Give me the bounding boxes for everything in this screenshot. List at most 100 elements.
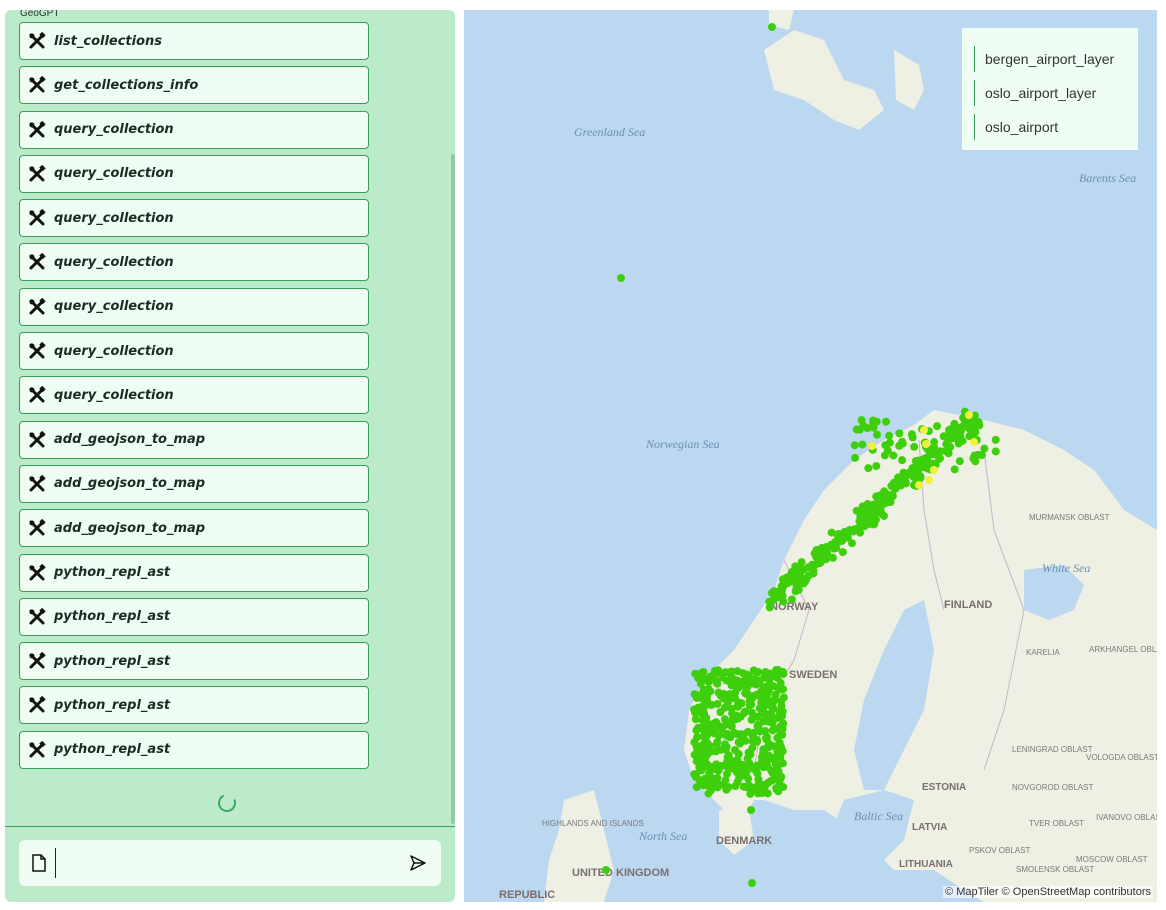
legend-item-bergen-airport-layer[interactable]: bergen_airport_layer — [974, 46, 1114, 72]
tool-call-label: query_collection — [54, 254, 174, 270]
map-point — [733, 676, 742, 685]
map-point — [901, 472, 910, 481]
tool-call-item[interactable]: python_repl_ast — [19, 553, 369, 592]
tool-call-label: python_repl_ast — [54, 653, 171, 669]
map-point — [707, 724, 716, 733]
map-point — [776, 753, 785, 762]
tool-call-item[interactable]: python_repl_ast — [19, 686, 369, 725]
map-point — [871, 515, 880, 524]
map-attribution[interactable]: © MapTiler © OpenStreetMap contributors — [943, 886, 1153, 898]
tool-call-item[interactable]: add_geojson_to_map — [19, 420, 369, 459]
map-point — [763, 778, 772, 787]
tool-call-item[interactable]: query_collection — [19, 110, 369, 149]
map-point — [860, 519, 869, 528]
tools-icon — [28, 253, 46, 271]
map-point — [730, 729, 739, 738]
label-north-sea: North Sea — [638, 829, 687, 843]
map-point — [804, 563, 813, 572]
tool-call-item[interactable]: add_geojson_to_map — [19, 509, 369, 548]
tool-call-label: query_collection — [54, 166, 174, 182]
map-point — [731, 688, 740, 697]
map-point — [895, 441, 904, 450]
tool-call-item[interactable]: get_collections_info — [19, 66, 369, 105]
tools-icon — [28, 652, 46, 670]
map-point — [718, 673, 727, 682]
map-point — [617, 274, 625, 282]
map-point — [777, 707, 786, 716]
app-title: GeoGPT — [20, 10, 60, 19]
map-point — [733, 701, 742, 710]
map-point — [955, 457, 964, 466]
map-point — [704, 677, 713, 686]
map-view[interactable]: Greenland Sea Barents Sea Norwegian Sea … — [464, 10, 1157, 902]
label-baltic-sea: Baltic Sea — [854, 809, 903, 823]
chat-input-box[interactable] — [19, 840, 441, 886]
map-point — [774, 767, 783, 776]
map-point — [869, 506, 878, 515]
tools-icon — [28, 563, 46, 582]
map-point — [697, 702, 706, 711]
tool-call-item[interactable]: python_repl_ast — [19, 730, 369, 769]
map-point — [770, 587, 779, 596]
tool-call-item[interactable]: query_collection — [19, 243, 369, 282]
map-point — [766, 709, 775, 718]
send-icon[interactable] — [409, 854, 427, 872]
map-point — [782, 576, 791, 585]
tool-call-item[interactable]: query_collection — [19, 332, 369, 371]
map-point — [722, 731, 731, 740]
tool-call-item[interactable]: query_collection — [19, 287, 369, 326]
map-point — [748, 677, 757, 686]
label-vologda: VOLOGDA OBLAST — [1086, 753, 1157, 762]
chat-input-field[interactable] — [55, 848, 56, 878]
map-point — [864, 464, 873, 473]
tool-call-label: python_repl_ast — [54, 609, 171, 625]
legend-item-oslo-airport-layer[interactable]: oslo_airport_layer — [974, 80, 1096, 106]
tool-call-item[interactable]: list_collections — [19, 22, 369, 60]
map-point — [776, 729, 785, 738]
map-point — [962, 422, 971, 431]
map-point — [775, 777, 784, 786]
map-point — [915, 481, 923, 489]
tool-call-item[interactable]: query_collection — [19, 199, 369, 238]
scrollbar-thumb[interactable] — [451, 154, 455, 824]
tools-icon — [28, 519, 46, 537]
tool-call-item[interactable]: add_geojson_to_map — [19, 464, 369, 503]
map-point — [950, 419, 959, 428]
map-point — [857, 416, 866, 425]
map-point — [895, 429, 904, 438]
file-attach-icon[interactable] — [31, 854, 47, 872]
label-leningrad: LENINGRAD OBLAST — [1012, 745, 1093, 754]
map-point — [765, 676, 774, 685]
map-point — [700, 762, 709, 771]
map-point — [920, 426, 928, 434]
label-estonia: ESTONIA — [922, 782, 966, 793]
label-murmansk: MURMANSK OBLAST — [1029, 513, 1110, 522]
map-point — [746, 789, 755, 798]
tool-call-item[interactable]: query_collection — [19, 376, 369, 415]
tool-call-item[interactable]: query_collection — [19, 154, 369, 193]
map-point — [778, 584, 787, 593]
tool-call-label: query_collection — [54, 122, 174, 138]
map-point — [958, 436, 967, 445]
tool-call-label: list_collections — [54, 33, 163, 49]
map-point — [883, 446, 892, 455]
label-sweden: SWEDEN — [789, 669, 837, 681]
map-point — [913, 456, 922, 465]
map-point — [706, 747, 715, 756]
tool-call-item[interactable]: python_repl_ast — [19, 597, 369, 636]
map-point — [858, 440, 867, 449]
map-point — [838, 548, 847, 557]
map-point — [834, 529, 843, 538]
chat-panel: GeoGPT list_collections get_collections_i… — [5, 10, 455, 902]
map-point — [758, 756, 767, 765]
label-smolensk: SMOLENSK OBLAST — [1016, 865, 1094, 874]
map-point — [851, 453, 860, 462]
tools-icon — [28, 32, 46, 50]
label-novgorod: NOVGOROD OBLAST — [1012, 783, 1093, 792]
tool-call-item[interactable]: python_repl_ast — [19, 642, 369, 681]
map-point — [816, 558, 825, 567]
legend-item-oslo-airport[interactable]: oslo_airport — [974, 114, 1058, 140]
label-highlands: HIGHLANDS AND ISLANDS — [542, 819, 644, 828]
map-point — [754, 668, 763, 677]
map-point — [744, 781, 753, 790]
